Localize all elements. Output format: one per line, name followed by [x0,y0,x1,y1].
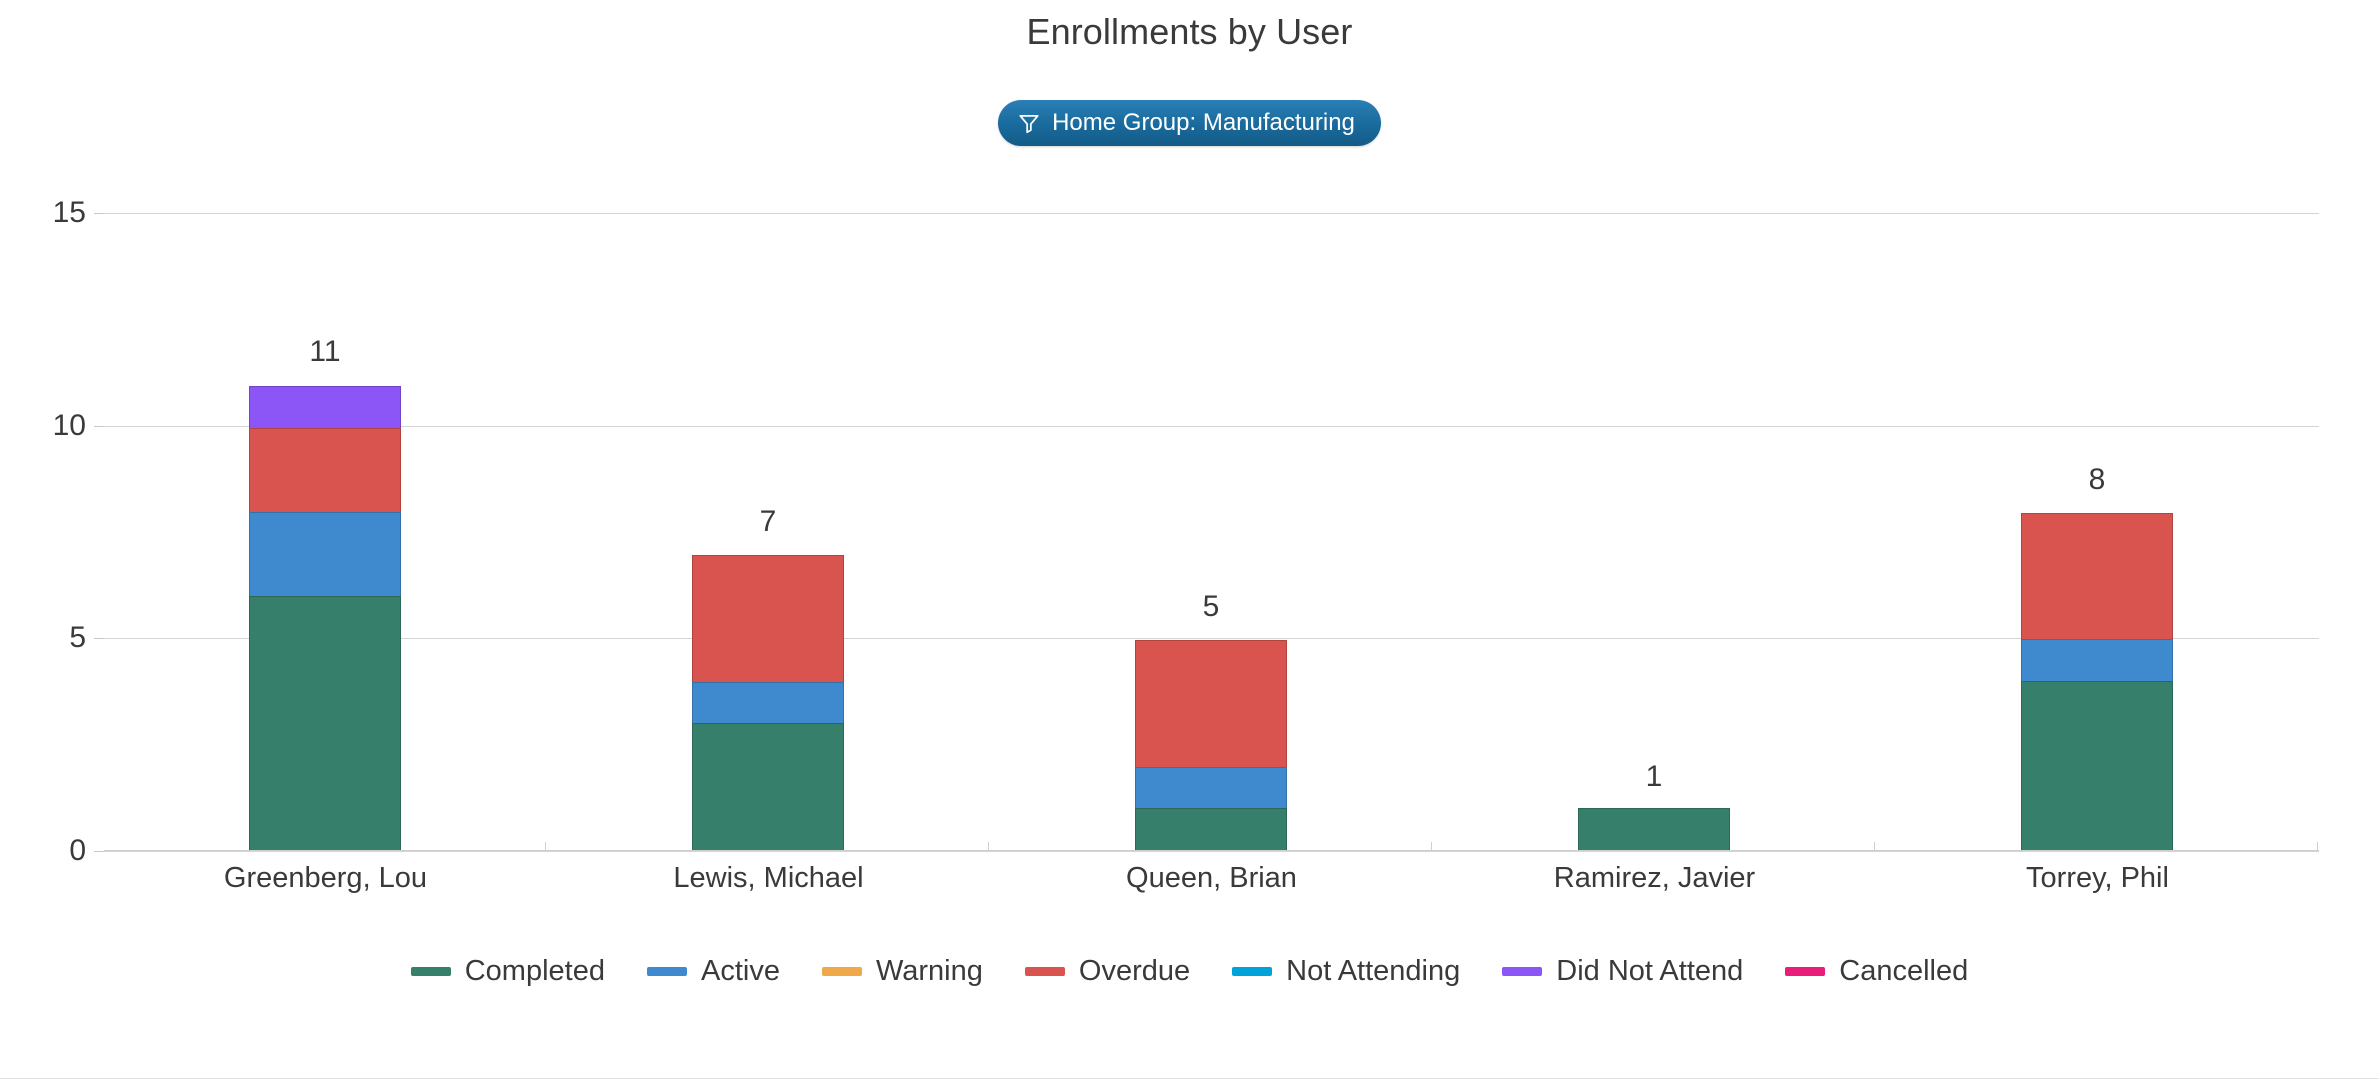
legend-swatch-icon [1232,967,1273,976]
legend-item[interactable]: Active [646,955,780,988]
bar-slot: 7 [547,213,990,851]
bar-slot: 1 [1433,213,1876,851]
bar-segment[interactable] [1135,766,1287,810]
stacked-bar[interactable] [1578,808,1730,851]
legend-label: Not Attending [1286,955,1461,987]
legend-item[interactable]: Completed [410,955,605,988]
stacked-bar[interactable] [249,386,401,851]
bar-segment[interactable] [692,681,844,725]
bar-segment[interactable] [692,723,844,851]
legend-item[interactable]: Not Attending [1232,955,1460,988]
bar-total-label: 7 [759,505,777,539]
bar-segment[interactable] [692,555,844,683]
bar-total-label: 11 [309,335,341,369]
bar-segment[interactable] [249,427,401,513]
stacked-bar[interactable] [692,555,844,851]
y-axis-tick-label: 15 [52,196,86,229]
bar-segment[interactable] [1135,640,1287,768]
bar-segment[interactable] [1135,808,1287,851]
bar-segment[interactable] [2021,639,2173,682]
x-axis-line [104,850,2319,851]
legend-swatch-icon [821,967,862,976]
y-axis-tick-label: 5 [69,621,86,655]
bar-group: 11 7 5 1 8 [104,213,2319,851]
x-axis-label: Greenberg, Lou [223,862,428,894]
filter-bar: Home Group: Manufacturing [0,100,2379,146]
bar-total-label: 1 [1645,760,1663,794]
legend-item[interactable]: Did Not Attend [1502,955,1743,988]
y-axis-tick-mark [94,425,104,427]
bar-segment[interactable] [2021,680,2173,851]
legend-swatch-icon [1785,967,1826,976]
legend-label: Completed [464,955,605,987]
legend-label: Overdue [1078,955,1191,987]
enrollments-chart-card: Enrollments by User Home Group: Manufact… [0,0,2379,1079]
filter-chip-home-group[interactable]: Home Group: Manufacturing [998,100,1381,146]
legend-item[interactable]: Overdue [1024,955,1191,988]
bar-slot: 5 [990,213,1433,851]
bar-slot: 11 [104,213,547,851]
plot-area: 0 5 10 15 11 7 5 1 8 [53,196,2319,867]
bar-segment[interactable] [249,511,401,597]
stacked-bar[interactable] [2021,512,2173,851]
x-axis-label: Torrey, Phil [2026,862,2169,894]
chart-legend: Completed Active Warning Overdue Not Attendi… [0,955,2379,988]
bar-segment[interactable] [249,595,401,851]
chart-title: Enrollments by User [1026,11,1353,52]
legend-item[interactable]: Warning [821,955,983,988]
legend-item[interactable]: Cancelled [1785,955,1968,988]
bar-segment[interactable] [249,386,401,429]
legend-swatch-icon [1024,967,1065,976]
y-axis-tick-mark [94,638,104,640]
stacked-bar[interactable] [1135,640,1287,851]
bar-segment[interactable] [1578,808,1730,851]
x-axis-label: Lewis, Michael [673,862,864,894]
y-axis-tick-mark [94,213,104,214]
legend-label: Did Not Attend [1556,955,1744,987]
filter-funnel-icon [1018,112,1040,134]
bar-total-label: 5 [1202,590,1220,624]
x-axis-label: Ramirez, Javier [1553,862,1756,894]
y-axis-tick-label: 10 [52,408,86,442]
legend-label: Warning [875,955,983,987]
x-axis-labels: Greenberg, Lou Lewis, Michael Queen, Brian… [104,862,2319,895]
gridline [104,851,2319,852]
legend-label: Active [700,955,780,987]
legend-swatch-icon [1502,967,1543,976]
bar-slot: 8 [1876,213,2319,851]
legend-swatch-icon [410,967,451,976]
filter-chip-label: Home Group: Manufacturing [1052,109,1355,136]
legend-swatch-icon [646,967,687,976]
bar-total-label: 8 [2088,462,2106,496]
bar-segment[interactable] [2021,512,2173,641]
x-axis-label: Queen, Brian [1126,862,1297,894]
y-axis-tick-label: 0 [69,834,86,867]
legend-label: Cancelled [1839,955,1969,987]
y-axis-tick-mark [94,851,104,852]
